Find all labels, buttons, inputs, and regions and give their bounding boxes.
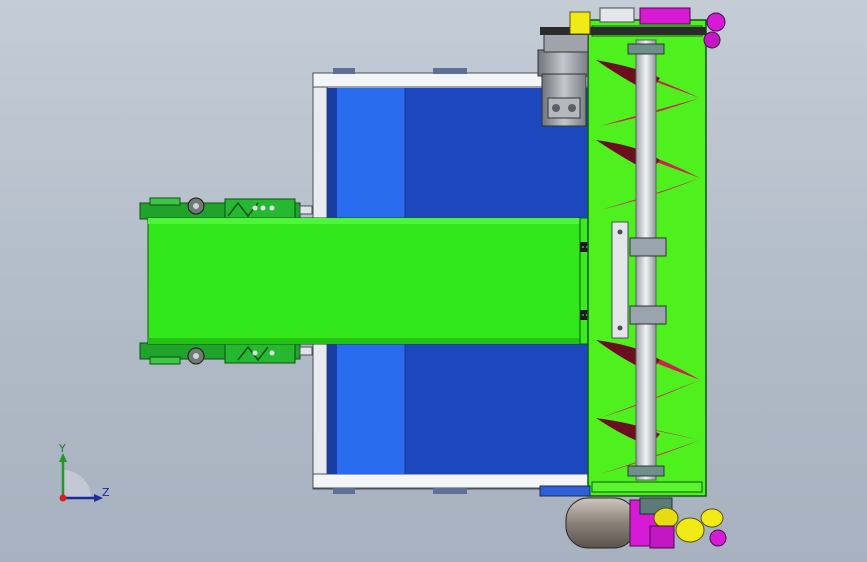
cad-viewport[interactable]: Y Z [0,0,867,562]
conveyor-belt[interactable] [147,217,587,345]
y-axis-label: Y [59,442,66,455]
drive-motor[interactable] [537,29,589,127]
conveyor-bracket-top [139,197,301,220]
z-axis-label: Z [102,486,110,499]
conveyor-bracket-bottom [139,342,313,365]
assembly-model[interactable] [0,0,867,562]
